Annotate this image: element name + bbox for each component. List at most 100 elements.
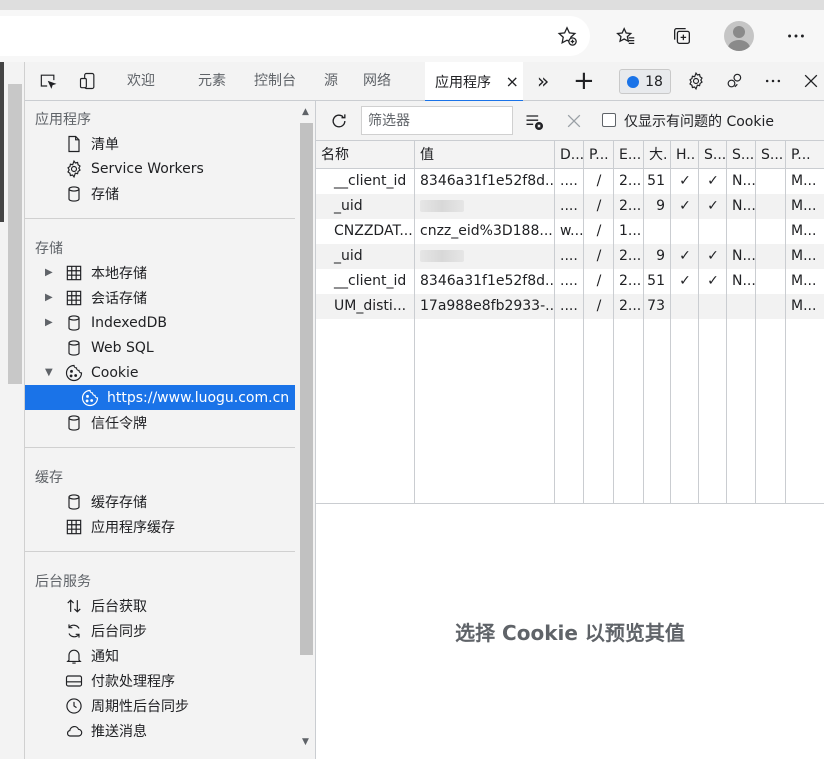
sidebar-item[interactable]: 信任令牌 — [25, 410, 295, 435]
table-cell: _uid — [334, 198, 363, 214]
sidebar-item[interactable]: ▼ Cookie — [25, 360, 295, 385]
column-divider[interactable] — [613, 141, 614, 503]
column-header[interactable]: 大. — [644, 141, 671, 169]
table-cell — [415, 244, 555, 269]
settings-gear-icon[interactable] — [685, 70, 707, 92]
column-header[interactable]: S... — [727, 141, 756, 169]
sidebar-item[interactable]: 通知 — [25, 643, 295, 668]
table-cell: M... — [791, 273, 817, 289]
more-tabs-icon[interactable]: » — [537, 62, 549, 101]
filter-input[interactable] — [361, 106, 513, 135]
column-divider[interactable] — [785, 141, 786, 503]
sidebar-item[interactable]: 清单 — [25, 131, 295, 156]
add-tab-icon[interactable]: + — [573, 62, 595, 101]
collapsed-arrow-icon[interactable]: ▶ — [45, 317, 57, 328]
issues-badge[interactable]: 18 — [619, 69, 671, 94]
only-issues-checkbox[interactable] — [602, 113, 616, 127]
collections-icon[interactable] — [670, 24, 694, 48]
devtools-tabbar: 欢迎 元素 控制台 源 网络 应用程序 × » + 18 — [25, 62, 824, 102]
table-cell: M... — [791, 198, 817, 214]
column-divider[interactable] — [698, 141, 699, 503]
sidebar-item[interactable]: 后台同步 — [25, 618, 295, 643]
document-icon — [63, 133, 85, 155]
sidebar-divider — [25, 551, 295, 552]
column-header[interactable]: P... — [584, 141, 614, 169]
sidebar-scrollbar[interactable]: ▲ ▼ — [297, 101, 315, 759]
table-cell: .... — [560, 273, 578, 289]
table-cell: ✓ — [679, 273, 691, 289]
column-divider[interactable] — [643, 141, 644, 503]
profile-avatar[interactable] — [724, 21, 754, 51]
column-header[interactable]: S... — [699, 141, 727, 169]
delete-selected-icon[interactable] — [563, 110, 585, 132]
tab-network[interactable]: 网络 — [363, 62, 391, 101]
sidebar-item[interactable]: 应用程序缓存 — [25, 514, 295, 539]
favorites-icon[interactable] — [614, 24, 638, 48]
clock-icon — [63, 695, 85, 717]
devtools-more-icon[interactable] — [762, 70, 784, 92]
tab-welcome[interactable]: 欢迎 — [127, 62, 155, 101]
sidebar-item[interactable]: 后台获取 — [25, 593, 295, 618]
table-cell: ✓ — [707, 273, 719, 289]
sidebar-item[interactable]: https://www.luogu.com.cn — [25, 385, 295, 410]
sidebar-item[interactable]: ▶ 本地存储 — [25, 260, 295, 285]
column-header[interactable]: D... — [555, 141, 584, 169]
table-cell: ✓ — [707, 173, 719, 189]
column-divider[interactable] — [726, 141, 727, 503]
column-divider[interactable] — [583, 141, 584, 503]
table-row[interactable]: __client_id 8346a31f1e52f8d....... / 2... 51… — [316, 169, 824, 194]
column-header[interactable]: E... — [614, 141, 644, 169]
tab-console[interactable]: 控制台 — [254, 62, 296, 101]
scroll-up-icon[interactable]: ▲ — [302, 107, 309, 117]
page-scrollbar[interactable] — [8, 84, 22, 384]
device-emulation-icon[interactable] — [77, 70, 99, 92]
grid-icon — [63, 262, 85, 284]
column-header[interactable]: 值 — [415, 141, 555, 169]
table-row[interactable]: _uid.... / 2... 9 ✓ ✓ N... M... — [316, 244, 824, 269]
column-divider[interactable] — [755, 141, 756, 503]
tab-application[interactable]: 应用程序 × — [425, 62, 523, 102]
sidebar-item[interactable]: ▶ IndexedDB — [25, 310, 295, 335]
tab-sources[interactable]: 源 — [324, 62, 338, 101]
sidebar-scroll-thumb[interactable] — [300, 123, 313, 655]
only-issues-label: 仅显示有问题的 Cookie — [624, 114, 774, 130]
feedback-icon[interactable] — [723, 70, 745, 92]
scroll-down-icon[interactable]: ▼ — [302, 737, 309, 747]
close-tab-icon[interactable]: × — [505, 72, 518, 91]
sidebar-item[interactable]: ▶ 会话存储 — [25, 285, 295, 310]
table-cell — [756, 294, 786, 319]
column-header[interactable]: H.. — [671, 141, 699, 169]
sidebar-item[interactable]: 付款处理程序 — [25, 668, 295, 693]
sidebar-item[interactable]: 缓存存储 — [25, 489, 295, 514]
table-row[interactable]: UM_disti... 17a988e8fb2933-....... / 2... 73… — [316, 294, 824, 319]
sidebar-item[interactable]: Web SQL — [25, 335, 295, 360]
close-devtools-icon[interactable] — [800, 70, 822, 92]
table-row[interactable]: __client_id 8346a31f1e52f8d....... / 2... 51… — [316, 269, 824, 294]
inspect-element-icon[interactable] — [37, 70, 59, 92]
add-favorite-icon[interactable] — [555, 24, 579, 48]
clear-all-icon[interactable] — [523, 110, 545, 132]
sidebar-item[interactable]: 周期性后台同步 — [25, 693, 295, 718]
tab-elements[interactable]: 元素 — [198, 62, 226, 101]
more-icon[interactable] — [784, 24, 808, 48]
table-cell: M... — [791, 223, 817, 239]
collapsed-arrow-icon[interactable]: ▶ — [45, 267, 57, 278]
column-header[interactable]: 名称 — [316, 141, 415, 169]
table-cell: 17a988e8fb2933-... — [420, 298, 555, 314]
column-divider[interactable] — [670, 141, 671, 503]
expanded-arrow-icon[interactable]: ▼ — [45, 367, 57, 378]
table-cell: N... — [732, 198, 756, 214]
table-row[interactable]: CNZZDAT... cnzz_eid%3D188... w... / 1... M... — [316, 219, 824, 244]
sidebar-item[interactable]: Service Workers — [25, 156, 295, 181]
column-header[interactable]: P... — [786, 141, 824, 169]
sidebar-item[interactable]: 存储 — [25, 181, 295, 206]
refresh-icon[interactable] — [328, 110, 350, 132]
collapsed-arrow-icon[interactable]: ▶ — [45, 292, 57, 303]
column-divider[interactable] — [554, 141, 555, 503]
column-header[interactable]: S... — [756, 141, 786, 169]
address-field[interactable] — [0, 16, 590, 56]
column-divider[interactable] — [414, 141, 415, 503]
table-row[interactable]: _uid.... / 2... 9 ✓ ✓ N... M... — [316, 194, 824, 219]
sidebar-item[interactable]: 推送消息 — [25, 718, 295, 743]
sidebar-heading: 应用程序 — [35, 112, 91, 128]
